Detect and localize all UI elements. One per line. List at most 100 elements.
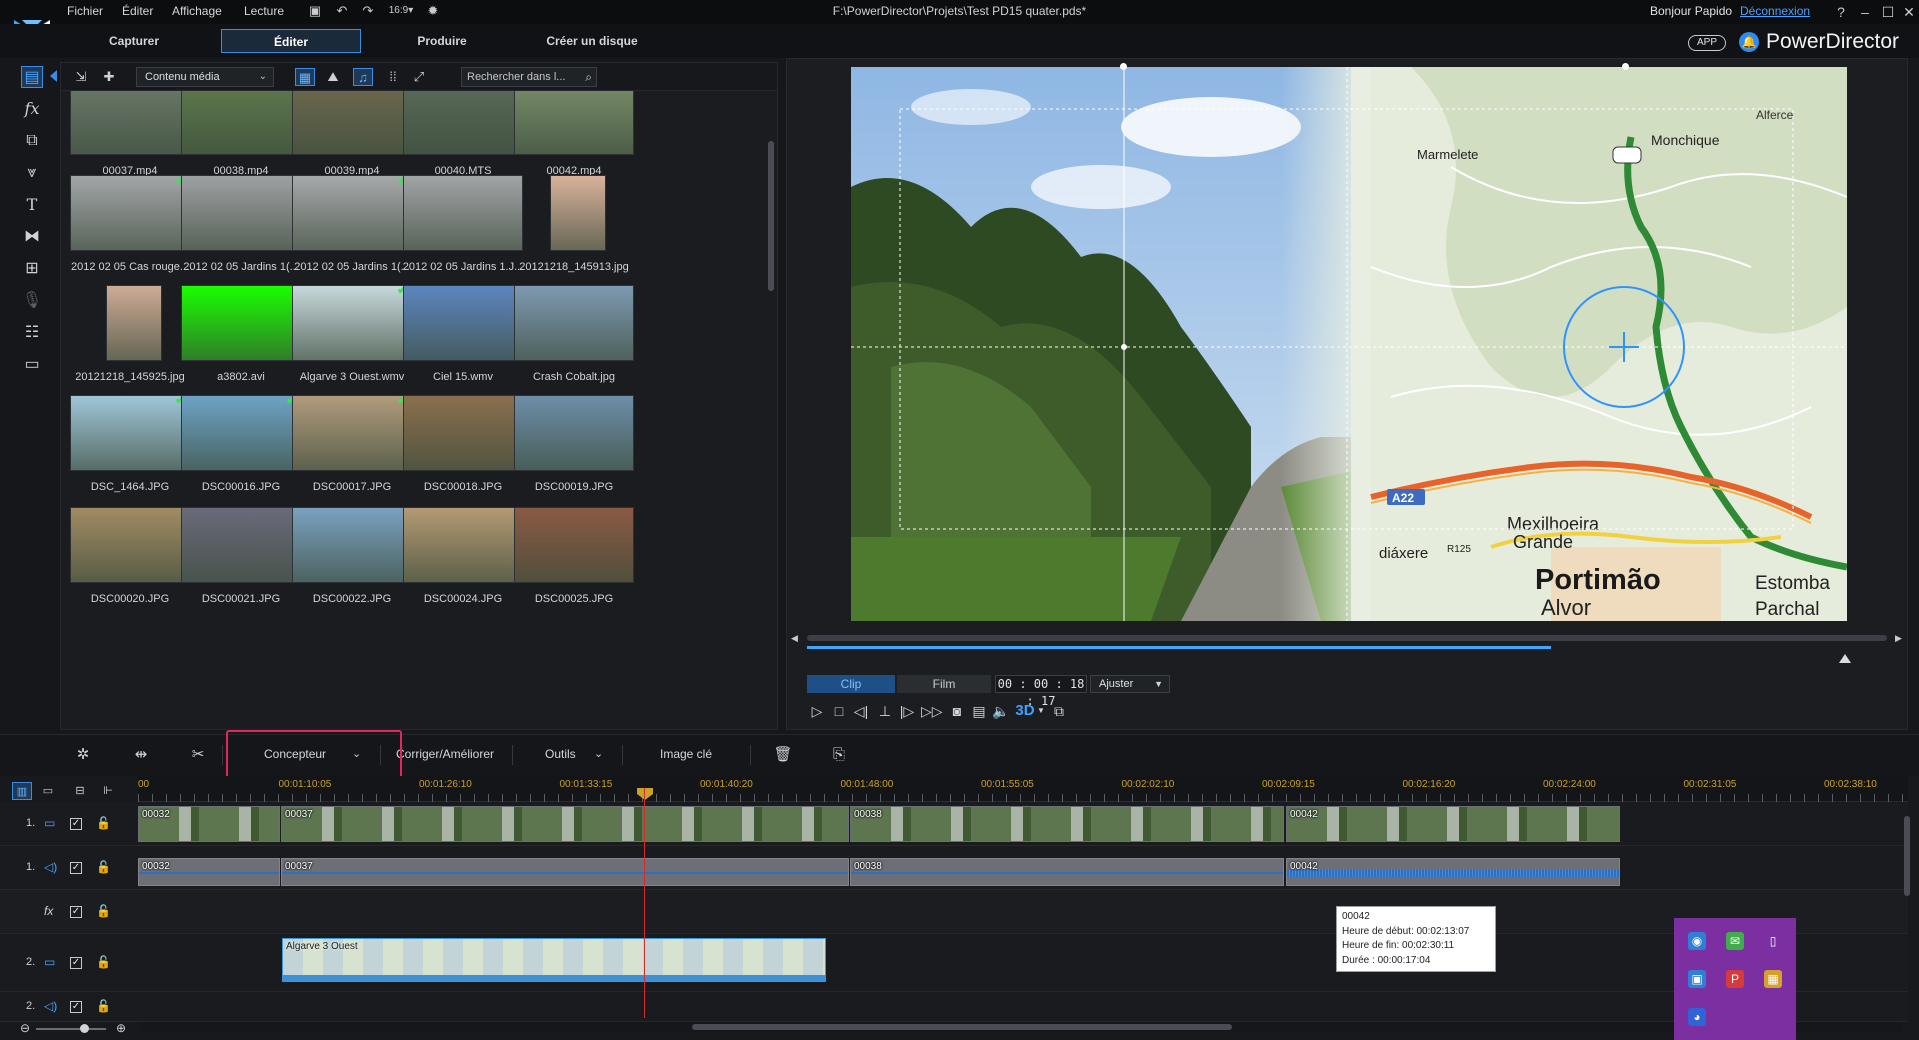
fit-zoom-select[interactable]: Ajuster ▼: [1090, 675, 1170, 693]
menu-edit[interactable]: Éditer: [122, 4, 153, 18]
tray-network-icon[interactable]: ◕: [1688, 1008, 1706, 1026]
video-clip[interactable]: 00037: [281, 806, 849, 842]
library-search-input[interactable]: Rechercher dans l... ⌕: [461, 67, 597, 87]
video-clip[interactable]: 00032: [138, 806, 280, 842]
play-icon[interactable]: ▷: [807, 701, 827, 721]
playback-scrub-handle[interactable]: [1839, 654, 1851, 663]
save-icon[interactable]: ▣: [307, 3, 323, 19]
timeline-ruler[interactable]: 00 00:01:10:05 00:01:26:10 00:01:33:15 00:01…: [138, 776, 1908, 802]
track-lock-icon[interactable]: 🔓: [96, 860, 111, 874]
voice-over-icon[interactable]: 🎙: [21, 290, 43, 312]
volume-icon[interactable]: 🔈: [991, 701, 1011, 721]
search-icon[interactable]: ⌕: [585, 68, 592, 86]
video-clip[interactable]: 00042: [1286, 806, 1620, 842]
preview-scroll-track[interactable]: [807, 635, 1887, 641]
tab-capture[interactable]: Capturer: [64, 29, 204, 53]
notification-bell-icon[interactable]: 🔔: [1739, 32, 1759, 52]
track-lock-icon[interactable]: 🔓: [96, 816, 111, 830]
audio-mixing-icon[interactable]: ⊞: [21, 258, 43, 280]
redo-icon[interactable]: ↷: [360, 3, 376, 19]
storyboard-view-icon[interactable]: ▭: [38, 782, 58, 800]
settings-gear-icon[interactable]: ✹: [425, 3, 441, 19]
timecode-display[interactable]: 00 : 00 : 18 : 17: [995, 675, 1087, 708]
subtitle-room-icon[interactable]: ▭: [21, 354, 43, 376]
title-room-icon[interactable]: T: [21, 194, 43, 216]
fast-forward-icon[interactable]: ▷▷: [921, 701, 943, 721]
tray-monitor-icon[interactable]: ▣: [1688, 970, 1706, 988]
tab-create-disc[interactable]: Créer un disque: [522, 29, 662, 53]
tab-produce[interactable]: Produire: [372, 29, 512, 53]
keyframe-button[interactable]: Image clé: [660, 747, 712, 761]
stop-icon[interactable]: □: [829, 701, 849, 721]
magic-tools-icon[interactable]: ✲: [73, 745, 93, 765]
chevron-down-icon[interactable]: ▼: [1031, 701, 1051, 721]
split-icon[interactable]: ⇹: [131, 745, 151, 765]
audio-clip[interactable]: 00038: [850, 858, 1284, 886]
app-badge[interactable]: APP: [1688, 35, 1726, 51]
aspect-ratio-icon[interactable]: 16:9▾: [388, 3, 414, 19]
timeline-vscroll-thumb[interactable]: [1904, 816, 1910, 896]
chevron-down-icon[interactable]: ⌄: [594, 747, 603, 760]
content-type-select[interactable]: Contenu média ⌄: [136, 67, 274, 87]
tray-grid-icon[interactable]: ▦: [1764, 970, 1782, 988]
track-enable-checkbox[interactable]: ✓: [70, 1001, 82, 1013]
tab-edit[interactable]: Éditer: [221, 29, 361, 53]
tray-usb-icon[interactable]: ▯: [1764, 932, 1782, 950]
zoom-handle[interactable]: [80, 1024, 89, 1033]
track-enable-checkbox[interactable]: ✓: [70, 906, 82, 918]
undo-icon[interactable]: ↶: [334, 3, 350, 19]
chapter-room-icon[interactable]: ☷: [21, 322, 43, 344]
particle-room-icon[interactable]: ⩔: [21, 162, 43, 184]
fix-enhance-button[interactable]: Corriger/Améliorer: [396, 747, 494, 761]
menu-file[interactable]: Fichier: [67, 4, 103, 18]
next-frame-icon[interactable]: |▷: [897, 701, 917, 721]
import-media-icon[interactable]: ⇲: [71, 68, 91, 86]
tray-p-icon[interactable]: P: [1726, 970, 1744, 988]
tray-mail-icon[interactable]: ✉: [1726, 932, 1744, 950]
track-lock-icon[interactable]: 🔓: [96, 955, 111, 969]
enlarge-icon[interactable]: ⤢: [409, 68, 429, 86]
zoom-in-icon[interactable]: ⊕: [116, 1021, 126, 1035]
help-icon[interactable]: ?: [1832, 3, 1850, 21]
snapshot-icon[interactable]: ◙: [947, 701, 967, 721]
grid-view-icon[interactable]: ⁞⁞: [383, 68, 403, 86]
video-clip[interactable]: 00038: [850, 806, 1284, 842]
library-scrollbar[interactable]: [765, 91, 777, 729]
plugin-icon[interactable]: ✚: [99, 68, 119, 86]
resize-handle[interactable]: [1120, 63, 1127, 70]
close-icon[interactable]: ✕: [1900, 3, 1918, 21]
transition-room-icon[interactable]: ⧓: [21, 226, 43, 248]
scroll-left-icon[interactable]: ◀: [791, 633, 798, 644]
delete-trash-icon[interactable]: 🗑: [773, 745, 793, 765]
pip-room-icon[interactable]: ⧉: [21, 130, 43, 152]
timeline-vertical-scrollbar[interactable]: [1902, 800, 1912, 1022]
logout-link[interactable]: Déconnexion: [1740, 4, 1810, 18]
timeline-horizontal-scrollbar[interactable]: [140, 1022, 1902, 1032]
tools-button[interactable]: Outils: [545, 747, 576, 761]
timeline-view-icon[interactable]: ▥: [12, 782, 32, 800]
preview-video-frame[interactable]: Alferce Monchique Marmelete A22 Mexilhoe…: [851, 67, 1847, 621]
menu-view[interactable]: Affichage: [172, 4, 222, 18]
film-mode-button[interactable]: Film: [897, 675, 991, 693]
track-enable-checkbox[interactable]: ✓: [70, 957, 82, 969]
track-lock-icon[interactable]: 🔓: [96, 999, 111, 1013]
timeline-zoom-slider[interactable]: ⊖ ⊕: [20, 1021, 128, 1035]
zoom-out-icon[interactable]: ⊖: [20, 1021, 30, 1035]
subtitles-icon[interactable]: ▤: [969, 701, 989, 721]
resize-handle[interactable]: [1622, 63, 1629, 70]
clip-mode-button[interactable]: Clip: [807, 675, 895, 693]
previous-frame-icon[interactable]: ◁|: [851, 701, 871, 721]
effects-room-icon[interactable]: fx: [21, 98, 43, 120]
timeline-scroll-thumb[interactable]: [692, 1024, 1232, 1030]
cut-scissors-icon[interactable]: ✂: [188, 745, 208, 765]
minimize-icon[interactable]: –: [1856, 3, 1874, 21]
audio-clip[interactable]: 00042: [1286, 858, 1620, 886]
track-enable-checkbox[interactable]: ✓: [70, 862, 82, 874]
tray-app-icon[interactable]: ◉: [1688, 932, 1706, 950]
library-scroll-thumb[interactable]: [768, 141, 774, 291]
overlay-video-clip[interactable]: Algarve 3 Ouest: [282, 938, 826, 982]
playhead-line[interactable]: [644, 788, 645, 1018]
track-lock-icon[interactable]: 🔓: [96, 904, 111, 918]
track-enable-checkbox[interactable]: ✓: [70, 818, 82, 830]
fit-timeline-icon[interactable]: ⊟: [70, 782, 90, 800]
